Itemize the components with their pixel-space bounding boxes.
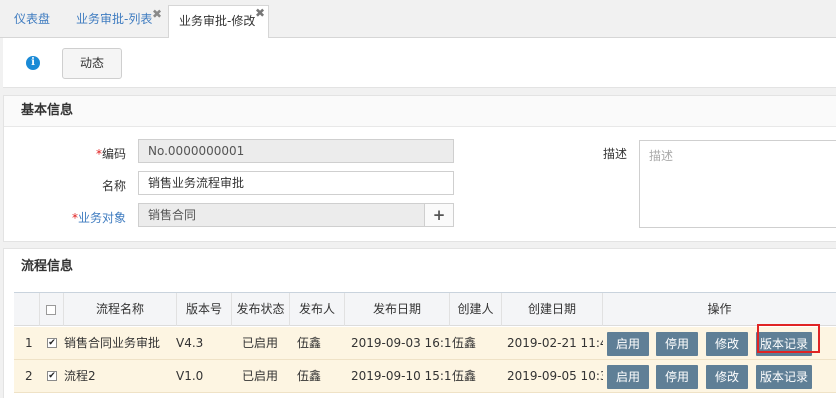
row-checkbox[interactable]: ✔ xyxy=(47,371,57,381)
table-header: 流程名称 版本号 发布状态 发布人 发布日期 创建人 创建日期 操作 xyxy=(14,293,836,326)
status-cell: 已启用 xyxy=(242,369,279,383)
column-header[interactable]: 流程名称 xyxy=(64,293,177,326)
close-icon[interactable]: ✖ xyxy=(255,7,265,19)
column-header[interactable]: 创建日期 xyxy=(502,293,603,326)
code-label-text: 编码 xyxy=(101,147,126,161)
basic-info-panel: 基本信息 *编码 No.0000000001 名称 销售业务流程审批 *业务对象… xyxy=(3,95,836,242)
flow-name-cell: 流程2 xyxy=(64,369,96,383)
disable-button[interactable]: 停用 xyxy=(656,365,698,389)
basic-info-title: 基本信息 xyxy=(4,96,836,127)
publisher-cell: 伍鑫 xyxy=(297,336,322,350)
row-number: 1 xyxy=(25,336,33,350)
creator-cell: 伍鑫 xyxy=(452,369,477,383)
enable-button[interactable]: 启用 xyxy=(607,365,649,389)
tab-approval-edit[interactable]: 业务审批-修改 ✖ xyxy=(168,5,269,39)
status-cell: 已启用 xyxy=(242,336,279,350)
flow-table: 流程名称 版本号 发布状态 发布人 发布日期 创建人 创建日期 操作 1 ✔ 销… xyxy=(14,292,836,398)
publisher-cell: 伍鑫 xyxy=(297,369,322,383)
disable-button[interactable]: 停用 xyxy=(656,332,698,356)
info-icon[interactable]: i xyxy=(26,56,40,70)
version-cell: V1.0 xyxy=(176,369,204,383)
tab-bar: 仪表盘 业务审批-列表 ✖ 业务审批-修改 ✖ xyxy=(0,0,836,39)
code-label: *编码 xyxy=(6,145,126,162)
column-header[interactable]: 创建人 xyxy=(450,293,502,326)
row-number-header xyxy=(14,293,40,326)
column-header[interactable]: 发布人 xyxy=(290,293,345,326)
create-date-cell: 2019-09-05 10:30: xyxy=(507,369,603,383)
tab-approval-edit-label: 业务审批-修改 xyxy=(179,14,256,28)
name-field[interactable]: 销售业务流程审批 xyxy=(138,171,454,195)
business-object-field[interactable]: 销售合同 xyxy=(138,203,425,227)
create-date-cell: 2019-02-21 11:48: xyxy=(507,336,603,350)
column-header[interactable]: 版本号 xyxy=(177,293,232,326)
code-field: No.0000000001 xyxy=(138,139,454,163)
tab-approval-list[interactable]: 业务审批-列表 ✖ xyxy=(76,0,162,38)
highlight-box xyxy=(757,324,820,353)
activity-button[interactable]: 动态 xyxy=(62,48,122,79)
column-header: 操作 xyxy=(707,302,732,316)
publish-date-cell: 2019-09-03 16:10: xyxy=(351,336,451,350)
table-row[interactable]: 2 ✔ 流程2 V1.0 已启用 伍鑫 2019-09-10 15:19: 伍鑫… xyxy=(14,360,836,393)
column-header[interactable]: 发布日期 xyxy=(345,293,450,326)
select-all-header xyxy=(40,293,64,326)
table-row[interactable]: 1 ✔ 销售合同业务审批 V4.3 已启用 伍鑫 2019-09-03 16:1… xyxy=(14,327,836,360)
description-label: 描述 xyxy=(602,147,627,161)
tab-dashboard[interactable]: 仪表盘 xyxy=(14,0,50,38)
select-all-checkbox[interactable] xyxy=(46,305,56,315)
enable-button[interactable]: 启用 xyxy=(607,332,649,356)
edit-button[interactable]: 修改 xyxy=(706,332,748,356)
row-number: 2 xyxy=(25,369,33,383)
flow-info-title: 流程信息 xyxy=(4,249,836,286)
row-checkbox[interactable]: ✔ xyxy=(47,338,57,348)
version-cell: V4.3 xyxy=(176,336,204,350)
creator-cell: 伍鑫 xyxy=(452,336,477,350)
business-object-link[interactable]: 业务对象 xyxy=(78,211,126,225)
column-header[interactable]: 发布状态 xyxy=(232,293,290,326)
close-icon[interactable]: ✖ xyxy=(152,8,162,20)
add-business-object-button[interactable]: + xyxy=(424,203,454,227)
name-label: 名称 xyxy=(101,179,126,193)
tab-approval-list-label: 业务审批-列表 xyxy=(76,12,153,26)
description-textarea[interactable]: 描述 xyxy=(639,140,836,228)
flow-name-cell: 销售合同业务审批 xyxy=(64,336,161,350)
business-object-label[interactable]: *业务对象 xyxy=(6,209,126,226)
edit-button[interactable]: 修改 xyxy=(706,365,748,389)
version-history-button[interactable]: 版本记录 xyxy=(756,365,812,389)
publish-date-cell: 2019-09-10 15:19: xyxy=(351,369,451,383)
toolbar: i 动态 xyxy=(3,38,836,88)
